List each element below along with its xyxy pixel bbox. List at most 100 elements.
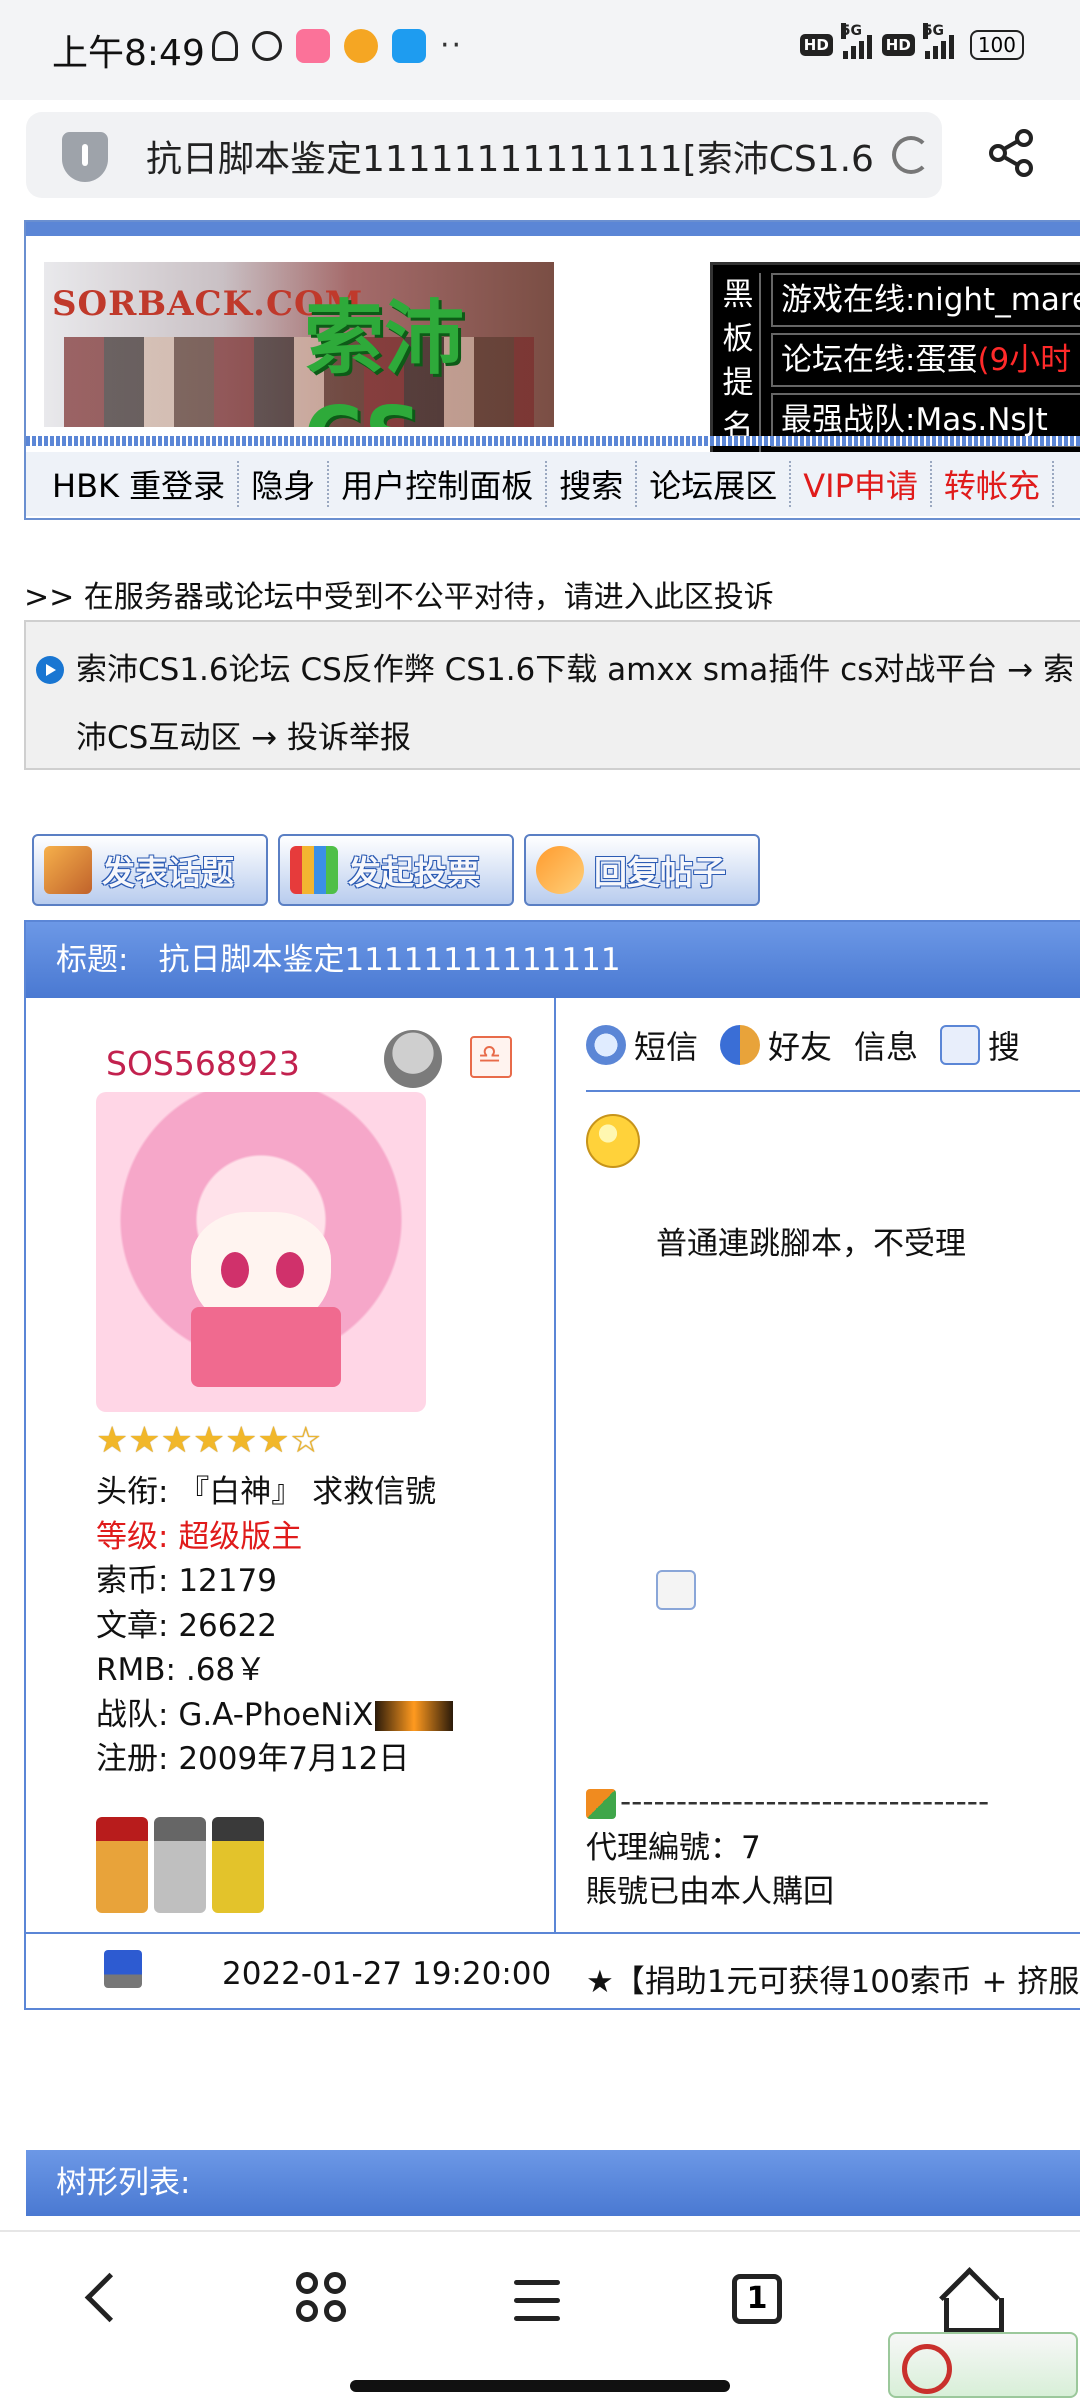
info-value[interactable]: G.A-PhoeNiX — [178, 1697, 373, 1733]
tool-search[interactable]: 搜 — [940, 1022, 1020, 1068]
blackboard-label: 黑板提名 — [717, 273, 761, 453]
board-row-label: 最强战队: — [781, 402, 916, 438]
info-value: 12179 — [178, 1563, 277, 1599]
post-title-label: 标题: — [56, 942, 129, 978]
donation-note[interactable]: ★【捐助1元可获得100索币 + 挤服 — [586, 1956, 1080, 2001]
board-row-suffix: (9小时 — [977, 342, 1072, 378]
post-table: 标题: 抗日脚本鉴定11111111111111 SOS568923 ★★★★★★… — [24, 920, 1080, 2010]
post-actions: 发表话题 发起投票 回复帖子 — [32, 834, 760, 906]
header-top-stripe — [26, 222, 1080, 236]
info-label: 文章: — [96, 1607, 169, 1644]
post-title-bar: 标题: 抗日脚本鉴定11111111111111 — [26, 922, 1080, 998]
apps-icon[interactable] — [286, 2266, 356, 2336]
share-icon[interactable] — [986, 128, 1036, 178]
network-type-label-2: 5G — [922, 23, 945, 39]
tool-label: 搜 — [988, 1028, 1021, 1066]
column-divider — [554, 998, 556, 1933]
forum-notice: >> 在服务器或论坛中受到不公平对待，请进入此区投诉 — [24, 580, 774, 615]
battery-icon: 100 — [969, 30, 1024, 60]
pen-icon — [44, 846, 92, 894]
info-label: 头衔: — [96, 1474, 169, 1510]
smile-icon — [586, 1114, 640, 1168]
signature-divider: --------------------------------- — [586, 1784, 1080, 1820]
address-bar[interactable]: 抗日脚本鉴定11111111111111[索沛CS1.6 — [26, 112, 942, 198]
tool-info[interactable]: 信息 — [656, 1022, 918, 1610]
browser-toolbar: 抗日脚本鉴定11111111111111[索沛CS1.6 — [0, 100, 1080, 220]
medal-icon — [154, 1817, 206, 1913]
star-icons: ★★★★★★☆ — [96, 1420, 322, 1461]
board-row-value[interactable]: night_mare — [915, 282, 1080, 318]
gesture-bar[interactable] — [350, 2380, 730, 2392]
signature-line: 代理編號：7 — [586, 1830, 761, 1866]
row-divider — [26, 1932, 1080, 1934]
tool-message[interactable]: 短信 — [586, 1022, 698, 1068]
board-row-label: 游戏在线: — [781, 282, 916, 318]
author-name[interactable]: SOS568923 — [106, 1044, 300, 1083]
info-icon — [656, 1570, 696, 1610]
page-title-url[interactable]: 抗日脚本鉴定11111111111111[索沛CS1.6 — [146, 130, 886, 182]
tab-count: 1 — [732, 2274, 782, 2324]
menu-icon[interactable] — [502, 2266, 572, 2336]
author-rmb: RMB: .68￥ — [96, 1648, 453, 1693]
nav-search[interactable]: 搜索 — [547, 461, 638, 507]
board-row-value[interactable]: Mas.NsJt — [915, 402, 1047, 438]
app-notification-icon — [392, 28, 426, 63]
post-title: 抗日脚本鉴定11111111111111 — [158, 942, 621, 978]
board-row-value[interactable]: 蛋蛋 — [915, 342, 977, 378]
mute-bell-icon — [212, 30, 238, 61]
avatar[interactable] — [96, 1092, 426, 1412]
author-posts: 文章: 26622 — [96, 1604, 453, 1649]
author-coins: 索币: 12179 — [96, 1559, 453, 1604]
author-rank: 头衔: 『白神』 求救信號 — [96, 1470, 453, 1515]
back-icon[interactable] — [70, 2266, 140, 2336]
status-notification-icons: ·· — [212, 28, 463, 63]
tools-divider — [586, 1090, 1080, 1092]
reply-button[interactable]: 回复帖子 — [524, 834, 760, 906]
tool-friend[interactable]: 好友 — [720, 1022, 832, 1068]
new-poll-label: 发起投票 — [348, 853, 480, 892]
browser-bottom-nav: 1 — [0, 2230, 1080, 2400]
new-topic-button[interactable]: 发表话题 — [32, 834, 268, 906]
shield-icon[interactable] — [62, 132, 108, 182]
forum-logo[interactable]: SORBACK.COM 索沛CS — [44, 262, 554, 427]
message-icon — [586, 1025, 626, 1065]
reply-label: 回复帖子 — [594, 853, 726, 892]
nav-invisible[interactable]: 隐身 — [239, 461, 330, 507]
nav-forum-showcase[interactable]: 论坛展区 — [637, 461, 792, 507]
new-poll-button[interactable]: 发起投票 — [278, 834, 514, 906]
forum-nav: HBK 重登录 隐身 用户控制面板 搜索 论坛展区 VIP申请 转帐充 — [26, 452, 1080, 516]
poll-icon — [290, 846, 338, 894]
board-row-forum-online: 论坛在线:蛋蛋(9小时 — [771, 333, 1080, 387]
header-bottom-stripe — [26, 436, 1080, 446]
logo-chinese-text: 索沛CS — [304, 292, 464, 427]
board-row-label: 论坛在线: — [781, 342, 916, 378]
author-medals — [96, 1817, 264, 1913]
tool-label: 短信 — [634, 1028, 699, 1066]
info-label: 索币: — [96, 1563, 169, 1599]
hd-icon-2: HD — [881, 34, 915, 56]
nav-relogin[interactable]: HBK 重登录 — [26, 461, 240, 507]
nav-vip-apply[interactable]: VIP申请 — [791, 461, 932, 507]
reload-icon[interactable] — [892, 136, 930, 174]
medal-icon — [96, 1817, 148, 1913]
forum-header: SORBACK.COM 索沛CS 黑板提名 游戏在线:night_mare 论坛… — [24, 220, 1080, 520]
computer-icon — [104, 1950, 142, 1988]
medal-icon — [212, 1817, 264, 1913]
site-watermark-logo — [888, 2332, 1078, 2398]
bilibili-icon — [296, 28, 330, 63]
nav-control-panel[interactable]: 用户控制面板 — [329, 461, 548, 507]
status-time: 上午8:49 — [52, 33, 205, 74]
tabs-icon[interactable]: 1 — [720, 2266, 790, 2336]
breadcrumb-text[interactable]: 索沛CS1.6论坛 CS反作弊 CS1.6下载 amxx sma插件 cs对战平… — [76, 636, 1080, 772]
home-icon[interactable] — [934, 2266, 1004, 2336]
weibo-icon — [344, 28, 378, 63]
avatar-book — [191, 1307, 341, 1387]
info-value: 超级版主 — [178, 1518, 303, 1555]
status-bar: 上午8:49 ·· HD 5G HD 5G 100 — [0, 0, 1080, 100]
nav-transfer[interactable]: 转帐充 — [932, 461, 1054, 507]
author-registered: 注册: 2009年7月12日 — [96, 1737, 453, 1782]
info-label: 注册: — [96, 1741, 169, 1777]
signature: 代理編號：7 賬號已由本人購回 — [586, 1826, 834, 1914]
new-topic-label: 发表话题 — [102, 853, 234, 892]
breadcrumb-arrow-icon — [36, 656, 64, 684]
